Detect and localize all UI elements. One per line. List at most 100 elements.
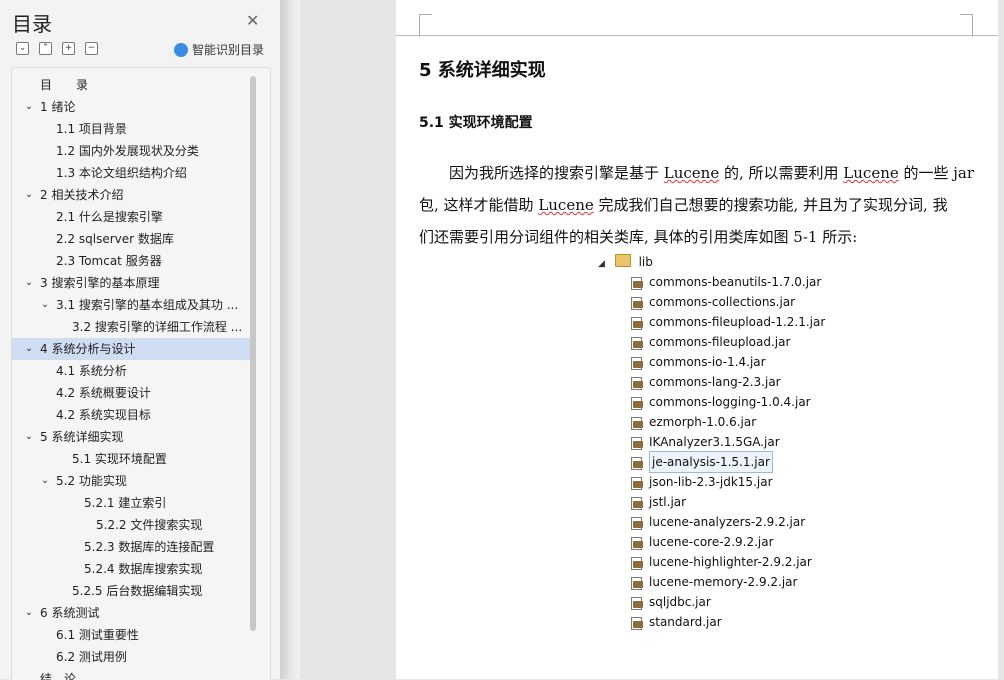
- tree-root-label: lib: [638, 255, 653, 269]
- toc-item[interactable]: 6.1 测试重要性: [12, 624, 252, 646]
- tree-root-row[interactable]: ◢ lib: [598, 252, 653, 272]
- close-icon[interactable]: ✕: [246, 11, 259, 30]
- chevron-down-icon[interactable]: ⌄: [24, 96, 34, 118]
- jar-item[interactable]: json-lib-2.3-jdk15.jar: [630, 472, 773, 492]
- jar-item[interactable]: commons-fileupload.jar: [630, 332, 790, 352]
- toc-item[interactable]: 5.2.2 文件搜索实现: [12, 514, 252, 536]
- jar-item[interactable]: commons-lang-2.3.jar: [630, 372, 781, 392]
- toc-item[interactable]: 目 录: [12, 74, 252, 96]
- toc-item[interactable]: ⌄ 2 相关技术介绍: [12, 184, 252, 206]
- jar-item-label: ezmorph-1.0.6.jar: [649, 415, 757, 429]
- jar-item[interactable]: ezmorph-1.0.6.jar: [630, 412, 756, 432]
- jar-item-label: lucene-core-2.9.2.jar: [649, 535, 774, 549]
- expand-up-icon[interactable]: ⌃: [39, 42, 52, 55]
- jar-item[interactable]: lucene-analyzers-2.9.2.jar: [630, 512, 805, 532]
- toc-item[interactable]: 5.2.1 建立索引: [12, 492, 252, 514]
- ai-cloud-icon: [174, 42, 188, 57]
- toc-item[interactable]: ⌄ 6 系统测试: [12, 602, 252, 624]
- paragraph-text: 的一些 jar: [898, 164, 975, 182]
- ai-detect-toc-button[interactable]: 智能识别目录: [174, 41, 264, 58]
- toc-item[interactable]: 2.2 sqlserver 数据库: [12, 228, 252, 250]
- jar-file-icon: [630, 496, 643, 510]
- jar-item[interactable]: standard.jar: [630, 612, 722, 632]
- toc-item[interactable]: 2.1 什么是搜索引擎: [12, 206, 252, 228]
- jar-file-icon: [630, 476, 643, 490]
- toc-item-label: 5.2 功能实现: [56, 474, 127, 488]
- jar-item[interactable]: commons-io-1.4.jar: [630, 352, 766, 372]
- jar-item[interactable]: commons-beanutils-1.7.0.jar: [630, 272, 821, 292]
- jar-item[interactable]: commons-fileupload-1.2.1.jar: [630, 312, 825, 332]
- toc-scrollbar[interactable]: [250, 76, 256, 631]
- lib-file-tree: ◢ lib commons-beanutils-1.7.0.jar commons…: [598, 252, 825, 630]
- collapse-all-icon[interactable]: ⌄: [16, 42, 29, 55]
- jar-item-label: jstl.jar: [649, 495, 687, 509]
- jar-item[interactable]: je-analysis-1.5.1.jar: [630, 451, 773, 473]
- toc-item[interactable]: 5.1 实现环境配置: [12, 448, 252, 470]
- toc-item[interactable]: 4.2 系统概要设计: [12, 382, 252, 404]
- ai-detect-label: 智能识别目录: [192, 43, 265, 57]
- chevron-down-icon[interactable]: ⌄: [24, 338, 34, 360]
- page-corner-mark-right: [960, 14, 973, 37]
- jar-item-label: commons-fileupload-1.2.1.jar: [649, 315, 826, 329]
- toc-item-label: 5.1 实现环境配置: [72, 452, 167, 466]
- jar-item[interactable]: IKAnalyzer3.1.5GA.jar: [630, 432, 780, 452]
- chevron-down-icon[interactable]: ⌄: [24, 184, 34, 206]
- paragraph-text: 的, 所以需要利用: [719, 164, 844, 182]
- jar-item[interactable]: sqljdbc.jar: [630, 592, 711, 612]
- add-heading-icon[interactable]: +: [62, 42, 75, 55]
- toc-item[interactable]: 1.1 项目背景: [12, 118, 252, 140]
- jar-item[interactable]: lucene-memory-2.9.2.jar: [630, 572, 797, 592]
- toc-item[interactable]: 结 论: [12, 668, 252, 680]
- toc-item[interactable]: ⌄ 1 绪论: [12, 96, 252, 118]
- chevron-down-icon[interactable]: ⌄: [24, 426, 34, 448]
- toc-item-label: 5 系统详细实现: [40, 430, 124, 444]
- jar-item[interactable]: lucene-highlighter-2.9.2.jar: [630, 552, 812, 572]
- chevron-down-icon[interactable]: ⌄: [24, 602, 34, 624]
- toc-item[interactable]: 1.3 本论文组织结构介绍: [12, 162, 252, 184]
- toc-item[interactable]: 4.1 系统分析: [12, 360, 252, 382]
- jar-item-label: commons-beanutils-1.7.0.jar: [649, 275, 822, 289]
- jar-item-label: lucene-highlighter-2.9.2.jar: [649, 555, 812, 569]
- toc-item[interactable]: ⌄ 3 搜索引擎的基本原理: [12, 272, 252, 294]
- jar-item[interactable]: lucene-core-2.9.2.jar: [630, 532, 774, 552]
- toc-item-label: 6.1 测试重要性: [56, 628, 139, 642]
- toc-item[interactable]: 2.3 Tomcat 服务器: [12, 250, 252, 272]
- toc-item[interactable]: 3.2 搜索引擎的详细工作流程 ...: [12, 316, 252, 338]
- spellcheck-word: Lucene: [843, 164, 899, 182]
- chevron-down-icon[interactable]: ⌄: [40, 470, 50, 492]
- chevron-down-icon[interactable]: ⌄: [24, 272, 34, 294]
- jar-item-label: standard.jar: [649, 615, 722, 629]
- jar-item[interactable]: commons-logging-1.0.4.jar: [630, 392, 811, 412]
- jar-file-icon: [630, 556, 643, 570]
- section-heading: 5 系统详细实现: [419, 60, 546, 81]
- paragraph-line: 包, 这样才能借助 Lucene 完成我们自己想要的搜索功能, 并且为了实现分词…: [419, 189, 975, 221]
- toc-item-label: 1 绪论: [40, 100, 76, 114]
- chevron-down-icon[interactable]: ⌄: [40, 294, 50, 316]
- toc-item[interactable]: 6.2 测试用例: [12, 646, 252, 668]
- toc-item[interactable]: 5.2.4 数据库搜索实现: [12, 558, 252, 580]
- toc-item[interactable]: 1.2 国内外发展现状及分类: [12, 140, 252, 162]
- toc-item[interactable]: ⌄ 3.1 搜索引擎的基本组成及其功 ...: [12, 294, 252, 316]
- toc-item[interactable]: 5.2.5 后台数据编辑实现: [12, 580, 252, 602]
- remove-heading-icon[interactable]: −: [85, 42, 98, 55]
- toc-item-label: 1.3 本论文组织结构介绍: [56, 166, 187, 180]
- folder-icon: [614, 254, 631, 267]
- toc-item[interactable]: ⌄ 5 系统详细实现: [12, 426, 252, 448]
- jar-item[interactable]: jstl.jar: [630, 492, 686, 512]
- expand-triangle-icon[interactable]: ◢: [598, 259, 605, 269]
- toc-item-label: 5.2.4 数据库搜索实现: [84, 562, 203, 576]
- toc-item[interactable]: ⌄ 4 系统分析与设计: [12, 338, 252, 360]
- spellcheck-word: Lucene: [663, 164, 720, 182]
- toc-item-label: 4.1 系统分析: [56, 364, 127, 378]
- jar-item-label: commons-logging-1.0.4.jar: [649, 395, 811, 409]
- jar-item[interactable]: commons-collections.jar: [630, 292, 795, 312]
- toc-item[interactable]: 4.2 系统实现目标: [12, 404, 252, 426]
- jar-file-icon: [630, 296, 643, 310]
- toc-item[interactable]: 5.2.3 数据库的连接配置: [12, 536, 252, 558]
- toc-item-label: 3.2 搜索引擎的详细工作流程 ...: [72, 320, 243, 334]
- panel-shadow: [280, 0, 300, 679]
- jar-file-icon: [630, 576, 643, 590]
- jar-item-label: commons-fileupload.jar: [649, 335, 791, 349]
- toc-item[interactable]: ⌄ 5.2 功能实现: [12, 470, 252, 492]
- toc-item-label: 3 搜索引擎的基本原理: [40, 276, 160, 290]
